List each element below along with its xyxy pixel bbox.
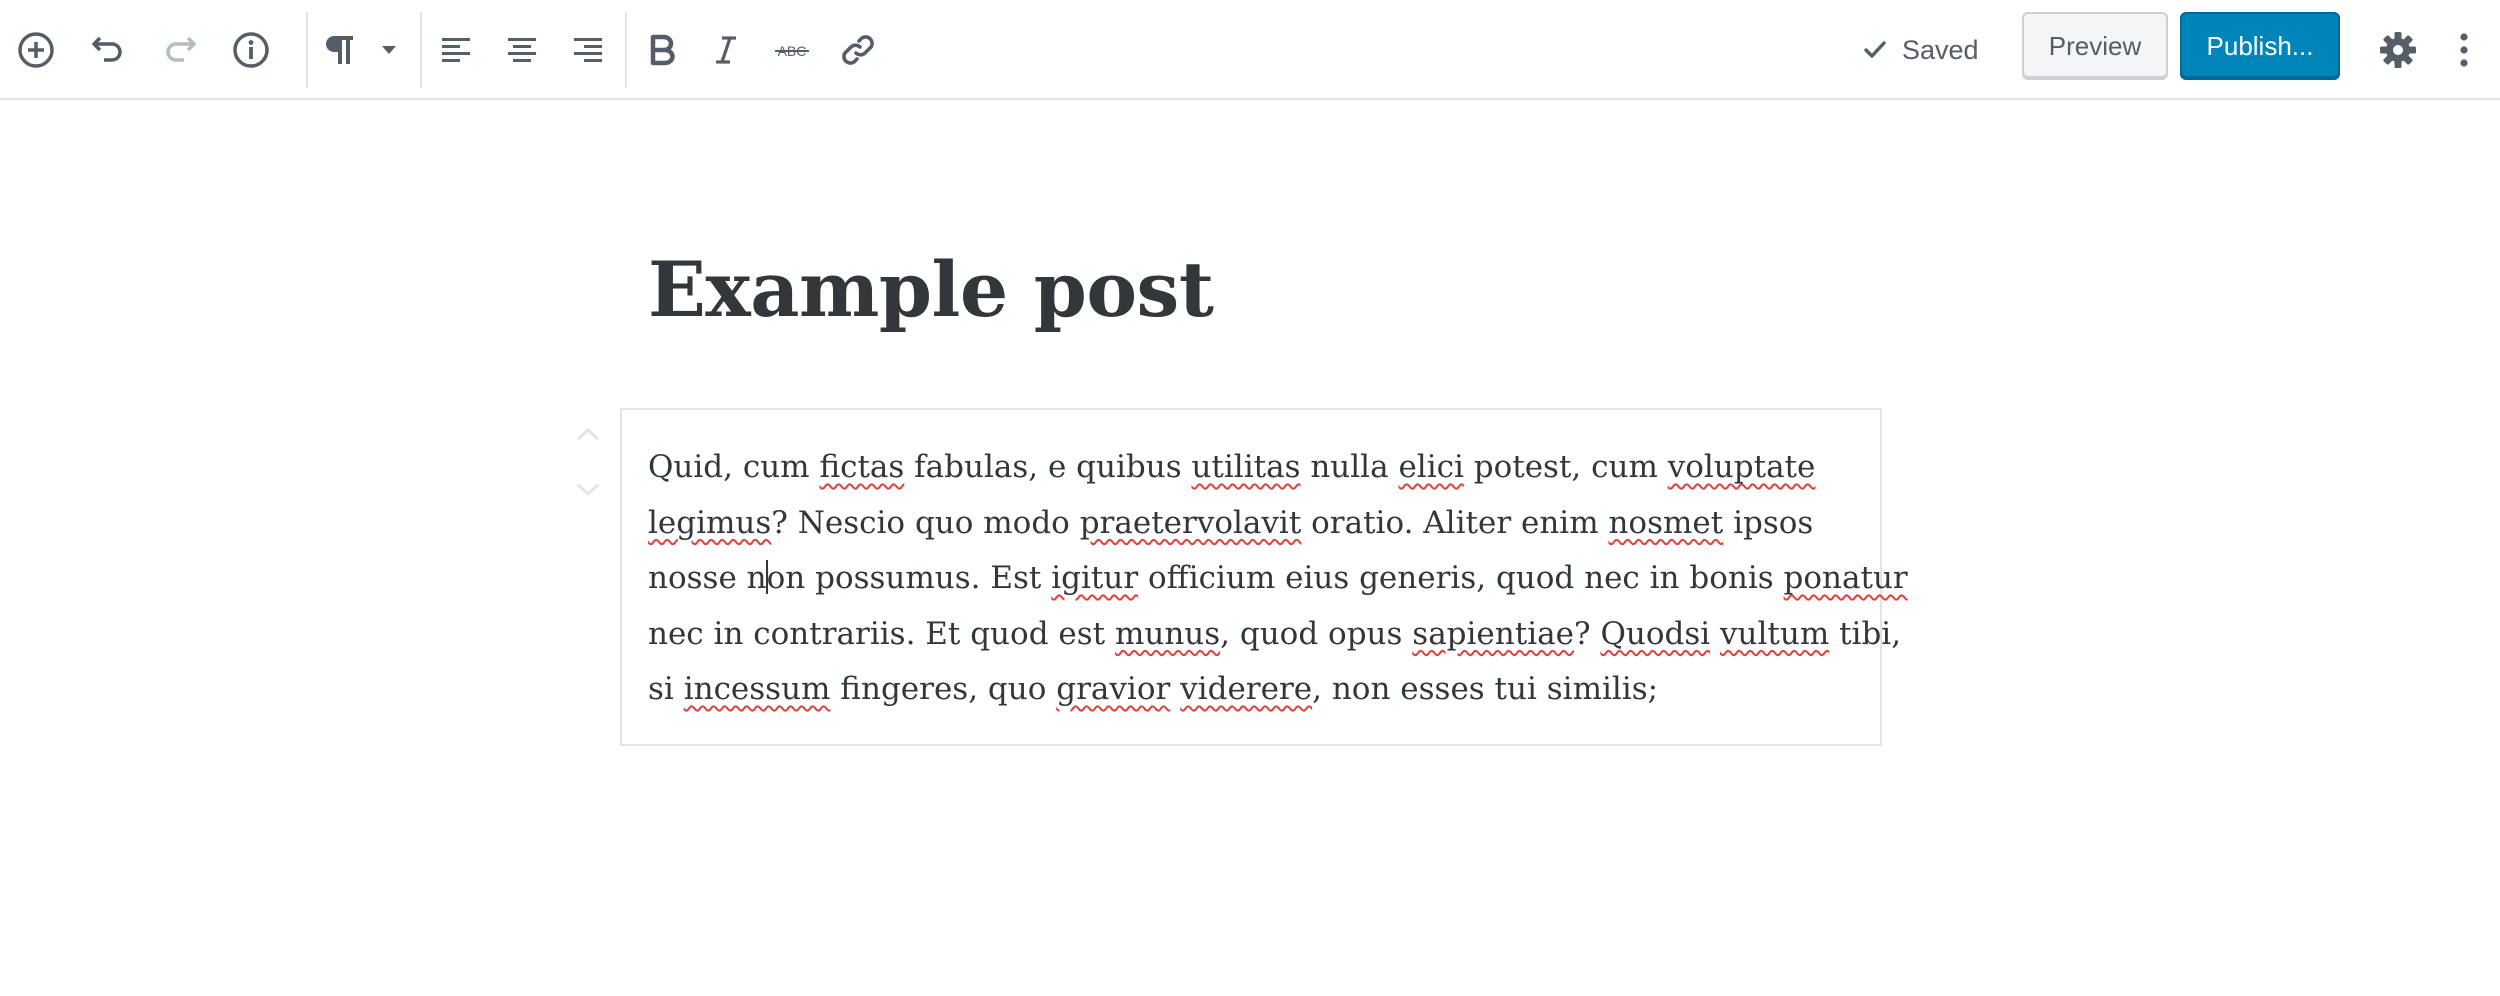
bold-icon xyxy=(650,34,675,66)
misspelled-word[interactable]: igitur xyxy=(1051,560,1138,596)
redo-icon xyxy=(166,36,196,62)
more-vertical-icon xyxy=(2460,33,2468,67)
align-right-icon xyxy=(574,38,602,62)
undo-icon xyxy=(92,36,122,62)
move-block-up-button[interactable] xyxy=(572,418,604,450)
misspelled-word[interactable]: praetervolavit xyxy=(1080,505,1302,541)
toolbar-separator xyxy=(625,12,627,88)
misspelled-word[interactable]: vultum xyxy=(1720,616,1829,652)
italic-icon xyxy=(716,36,736,64)
insert-link-button[interactable] xyxy=(826,18,890,82)
misspelled-word[interactable]: voluptate xyxy=(1668,449,1816,485)
paragraph-line: Quid, cum fictas fabulas, e quibus utili… xyxy=(648,449,1816,485)
misspelled-word[interactable]: sapientiae xyxy=(1412,616,1574,652)
text-caret xyxy=(765,560,768,594)
undo-button[interactable] xyxy=(76,18,140,82)
editor-header-toolbar: ABC Saved Preview Publish... xyxy=(0,0,2500,100)
misspelled-word[interactable]: legimus xyxy=(648,505,771,541)
misspelled-word[interactable]: munus xyxy=(1115,616,1220,652)
misspelled-word[interactable]: utilitas xyxy=(1191,449,1300,485)
strikethrough-icon: ABC xyxy=(775,43,809,59)
align-right-button[interactable] xyxy=(556,18,620,82)
paragraph-line: legimus? Nescio quo modo praetervolavit … xyxy=(648,504,1814,541)
align-left-icon xyxy=(442,38,470,62)
misspelled-word[interactable]: incessum xyxy=(684,671,831,707)
misspelled-word[interactable]: Quodsi xyxy=(1600,616,1710,652)
paragraph-line: nosse non possumus. Est igitur officium … xyxy=(648,560,1908,596)
add-block-button[interactable] xyxy=(4,18,68,82)
move-block-down-button[interactable] xyxy=(572,474,604,506)
saved-label: Saved xyxy=(1902,34,1979,65)
block-type-switcher[interactable] xyxy=(312,18,412,82)
info-icon xyxy=(233,32,269,68)
align-center-button[interactable] xyxy=(490,18,554,82)
bold-button[interactable] xyxy=(630,18,694,82)
misspelled-word[interactable]: ponatur xyxy=(1784,560,1908,596)
strikethrough-button[interactable]: ABC xyxy=(760,18,824,82)
chevron-down-icon xyxy=(382,46,396,54)
paragraph-line: si incessum fingeres, quo gravior videre… xyxy=(648,671,1659,707)
chevron-up-icon xyxy=(576,427,600,441)
paragraph-icon xyxy=(326,36,353,64)
add-block-icon xyxy=(18,32,54,68)
publish-button[interactable]: Publish... xyxy=(2180,12,2340,80)
toolbar-separator xyxy=(420,12,422,88)
misspelled-word[interactable]: fictas xyxy=(819,449,904,485)
toolbar-separator xyxy=(306,12,308,88)
paragraph-line: nec in contrariis. Et quod est munus, qu… xyxy=(648,615,1902,652)
more-tools-button[interactable] xyxy=(2436,18,2492,82)
chevron-down-icon xyxy=(576,483,600,497)
gear-icon xyxy=(2380,32,2416,68)
redo-button[interactable] xyxy=(148,18,212,82)
misspelled-word[interactable]: viderere xyxy=(1180,671,1312,707)
misspelled-word[interactable]: nosmet xyxy=(1608,505,1723,541)
misspelled-word[interactable]: gravior xyxy=(1056,671,1170,707)
italic-button[interactable] xyxy=(694,18,758,82)
align-left-button[interactable] xyxy=(424,18,488,82)
content-structure-button[interactable] xyxy=(219,18,283,82)
saved-indicator: Saved xyxy=(1862,26,1979,74)
link-icon xyxy=(842,35,874,65)
align-center-icon xyxy=(508,38,536,62)
misspelled-word[interactable]: elici xyxy=(1398,449,1463,485)
post-title[interactable]: Example post xyxy=(648,252,1214,328)
checkmark-icon xyxy=(1864,41,1886,58)
paragraph-content[interactable]: Quid, cum fictas fabulas, e quibus utili… xyxy=(648,440,1908,718)
settings-button[interactable] xyxy=(2366,18,2430,82)
preview-button[interactable]: Preview xyxy=(2022,12,2168,80)
